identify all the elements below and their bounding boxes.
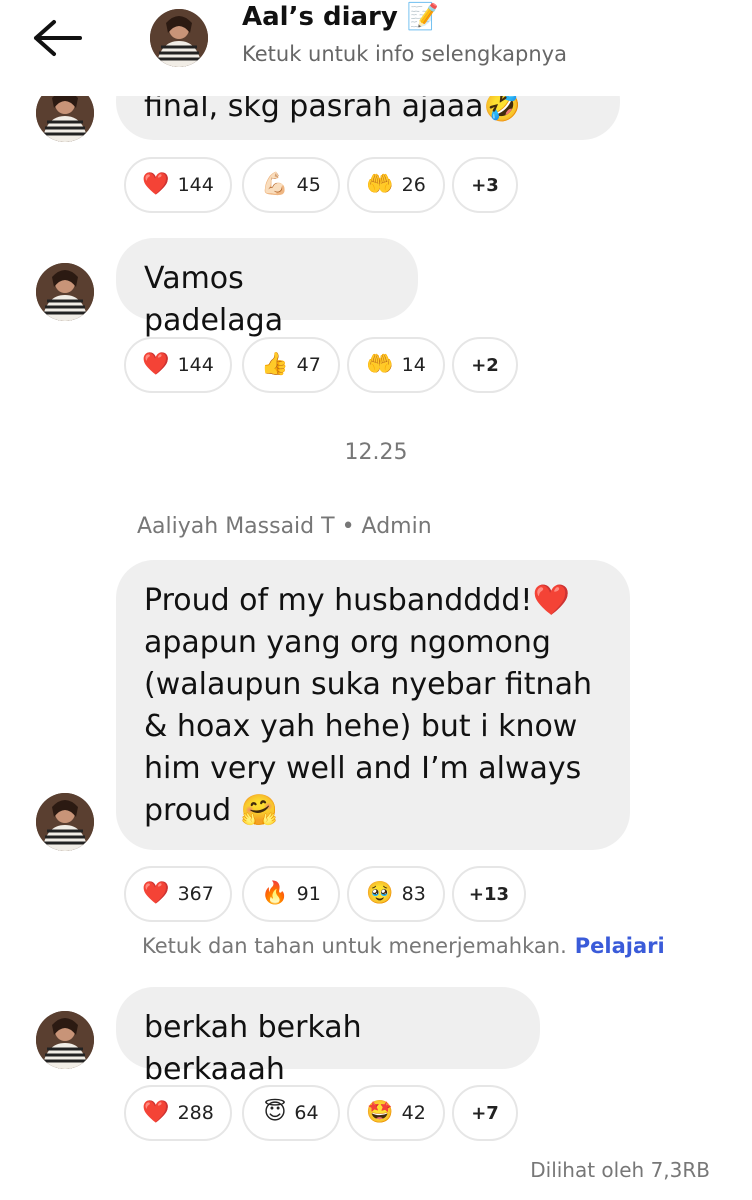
message-line: him very well and I’m always	[144, 751, 582, 786]
reaction-heart[interactable]: ❤️ 144	[124, 337, 232, 393]
reaction-muscle[interactable]: 💪🏻 45	[242, 157, 340, 213]
reaction-count: 42	[401, 1102, 426, 1124]
reaction-count: 45	[296, 174, 321, 196]
translate-hint: Ketuk dan tahan untuk menerjemahkan. Pela…	[142, 934, 665, 958]
more-count: +2	[471, 354, 499, 376]
message-line: Proud of my husbandddd!❤️	[144, 583, 570, 618]
channel-subtitle[interactable]: Ketuk untuk info selengkapnya	[242, 42, 567, 66]
reaction-count: 144	[177, 354, 214, 376]
chat-header: Aal’s diary 📝 Ketuk untuk info selengkap…	[0, 0, 752, 96]
heart-icon: ❤️	[142, 172, 170, 197]
sender-name: Aaliyah Massaid T • Admin	[137, 514, 432, 539]
more-count: +7	[471, 1102, 499, 1124]
reaction-count: 64	[294, 1102, 319, 1124]
message-bubble[interactable]: berkah berkah berkaaah	[116, 987, 540, 1087]
reaction-teary[interactable]: 🥹 83	[347, 866, 445, 922]
palms-up-icon: 🤲	[366, 352, 394, 377]
reaction-count: 367	[177, 883, 214, 905]
smiling-halo-icon: 😇	[263, 1100, 287, 1125]
reaction-count: 288	[177, 1102, 214, 1124]
channel-avatar[interactable]	[150, 9, 208, 67]
thumbs-up-icon: 👍	[261, 352, 289, 377]
message-text: berkah berkah berkaaah	[144, 1010, 362, 1087]
reaction-heart[interactable]: ❤️ 367	[124, 866, 232, 922]
muscle-icon: 💪🏻	[261, 172, 289, 197]
reaction-count: 26	[401, 174, 426, 196]
more-count: +13	[468, 883, 510, 905]
holding-back-tears-icon: 🥹	[366, 881, 394, 906]
message-bubble[interactable]: Vamos padelaga	[116, 238, 418, 338]
reaction-more[interactable]: +7	[452, 1085, 518, 1141]
heart-icon: ❤️	[142, 1100, 170, 1125]
reaction-more[interactable]: +13	[452, 866, 526, 922]
palms-up-icon: 🤲	[366, 172, 394, 197]
arrow-left-icon	[34, 20, 82, 56]
message-text: Vamos padelaga	[144, 261, 284, 338]
timestamp: 12.25	[344, 440, 408, 465]
memo-icon: 📝	[406, 2, 440, 32]
heart-icon: ❤️	[142, 352, 170, 377]
fire-icon: 🔥	[261, 881, 289, 906]
back-button[interactable]	[30, 16, 86, 60]
message-bubble[interactable]: Proud of my husbandddd!❤️ apapun yang or…	[116, 560, 630, 850]
reaction-thumbsup[interactable]: 👍 47	[242, 337, 340, 393]
heart-icon: ❤️	[142, 881, 170, 906]
reaction-count: 47	[296, 354, 321, 376]
reaction-count: 14	[401, 354, 426, 376]
avatar[interactable]	[36, 1011, 94, 1069]
reaction-starstruck[interactable]: 🤩 42	[347, 1085, 445, 1141]
reaction-count: 144	[177, 174, 214, 196]
reaction-heart[interactable]: ❤️ 288	[124, 1085, 232, 1141]
reaction-heart[interactable]: ❤️ 144	[124, 157, 232, 213]
reaction-fire[interactable]: 🔥 91	[242, 866, 340, 922]
translate-hint-text: Ketuk dan tahan untuk menerjemahkan.	[142, 934, 567, 958]
channel-title-text: Aal’s diary	[242, 2, 398, 32]
reaction-more[interactable]: +3	[452, 157, 518, 213]
message-line: (walaupun suka nyebar fitnah	[144, 667, 592, 702]
avatar[interactable]	[36, 793, 94, 851]
avatar[interactable]	[36, 263, 94, 321]
message-line: apapun yang org ngomong	[144, 625, 551, 660]
channel-title[interactable]: Aal’s diary 📝	[242, 2, 439, 32]
reaction-count: 91	[296, 883, 321, 905]
reaction-count: 83	[401, 883, 426, 905]
message-line: & hoax yah hehe) but i know	[144, 709, 578, 744]
reaction-halo[interactable]: 😇 64	[242, 1085, 340, 1141]
learn-more-link[interactable]: Pelajari	[575, 934, 665, 958]
reaction-palms[interactable]: 🤲 26	[347, 157, 445, 213]
reaction-palms[interactable]: 🤲 14	[347, 337, 445, 393]
star-struck-icon: 🤩	[366, 1100, 394, 1125]
message-line: proud 🤗	[144, 793, 279, 828]
reaction-more[interactable]: +2	[452, 337, 518, 393]
more-count: +3	[471, 174, 499, 196]
seen-count: Dilihat oleh 7,3RB	[530, 1158, 710, 1182]
